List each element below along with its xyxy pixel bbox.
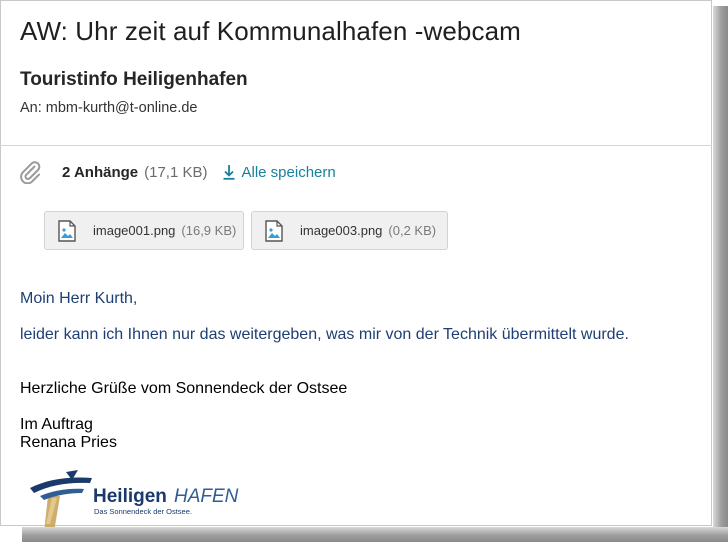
save-all-button[interactable]: Alle speichern [222, 164, 336, 181]
attachment-filename: image001.png [93, 223, 176, 238]
signature-name: Renana Pries [20, 434, 117, 451]
window-shadow-right [713, 0, 728, 542]
attachment-filesize: (16,9 KB) [181, 223, 237, 238]
heiligenhafen-logo: Heiligen HAFEN Das Sonnendeck der Ostsee… [30, 470, 239, 532]
download-icon [223, 165, 234, 180]
body-paragraph: leider kann ich Ihnen nur das weitergebe… [20, 326, 629, 343]
attachment-chip[interactable]: image003.png (0,2 KB) [251, 211, 448, 250]
paperclip-icon [20, 161, 41, 184]
shadow-corner [713, 0, 728, 6]
shadow-corner [0, 527, 22, 542]
image-file-icon [265, 219, 283, 242]
closing-text: Herzliche Grüße vom Sonnendeck der Ostse… [20, 380, 348, 397]
attachments-bar: 2 Anhänge (17,1 KB) Alle speichern [18, 160, 336, 184]
recipient-line: An: mbm-kurth@t-online.de [20, 100, 198, 116]
attachment-count: 2 Anhänge [62, 163, 139, 181]
attachment-filename: image003.png [300, 223, 383, 238]
to-label: An: [20, 100, 42, 116]
save-all-label: Alle speichern [241, 163, 336, 181]
header-divider [0, 145, 712, 146]
sender-name[interactable]: Touristinfo Heiligenhafen [20, 69, 248, 91]
attachment-chip[interactable]: image001.png (16,9 KB) [44, 211, 244, 250]
signature-line: Im Auftrag [20, 416, 93, 433]
logo-word-hafen: HAFEN [174, 486, 239, 507]
window-shadow-bottom [0, 527, 728, 542]
recipient-address[interactable]: mbm-kurth@t-online.de [46, 100, 198, 116]
attachment-total-size: (17,1 KB) [144, 163, 208, 181]
attachment-filesize: (0,2 KB) [388, 223, 437, 238]
greeting-text: Moin Herr Kurth, [20, 290, 138, 307]
email-subject: AW: Uhr zeit auf Kommunalhafen -webcam [20, 16, 521, 46]
image-file-icon [58, 219, 76, 242]
logo-word-heiligen: Heiligen [93, 486, 167, 507]
logo-tagline: Das Sonnendeck der Ostsee. [94, 507, 192, 516]
